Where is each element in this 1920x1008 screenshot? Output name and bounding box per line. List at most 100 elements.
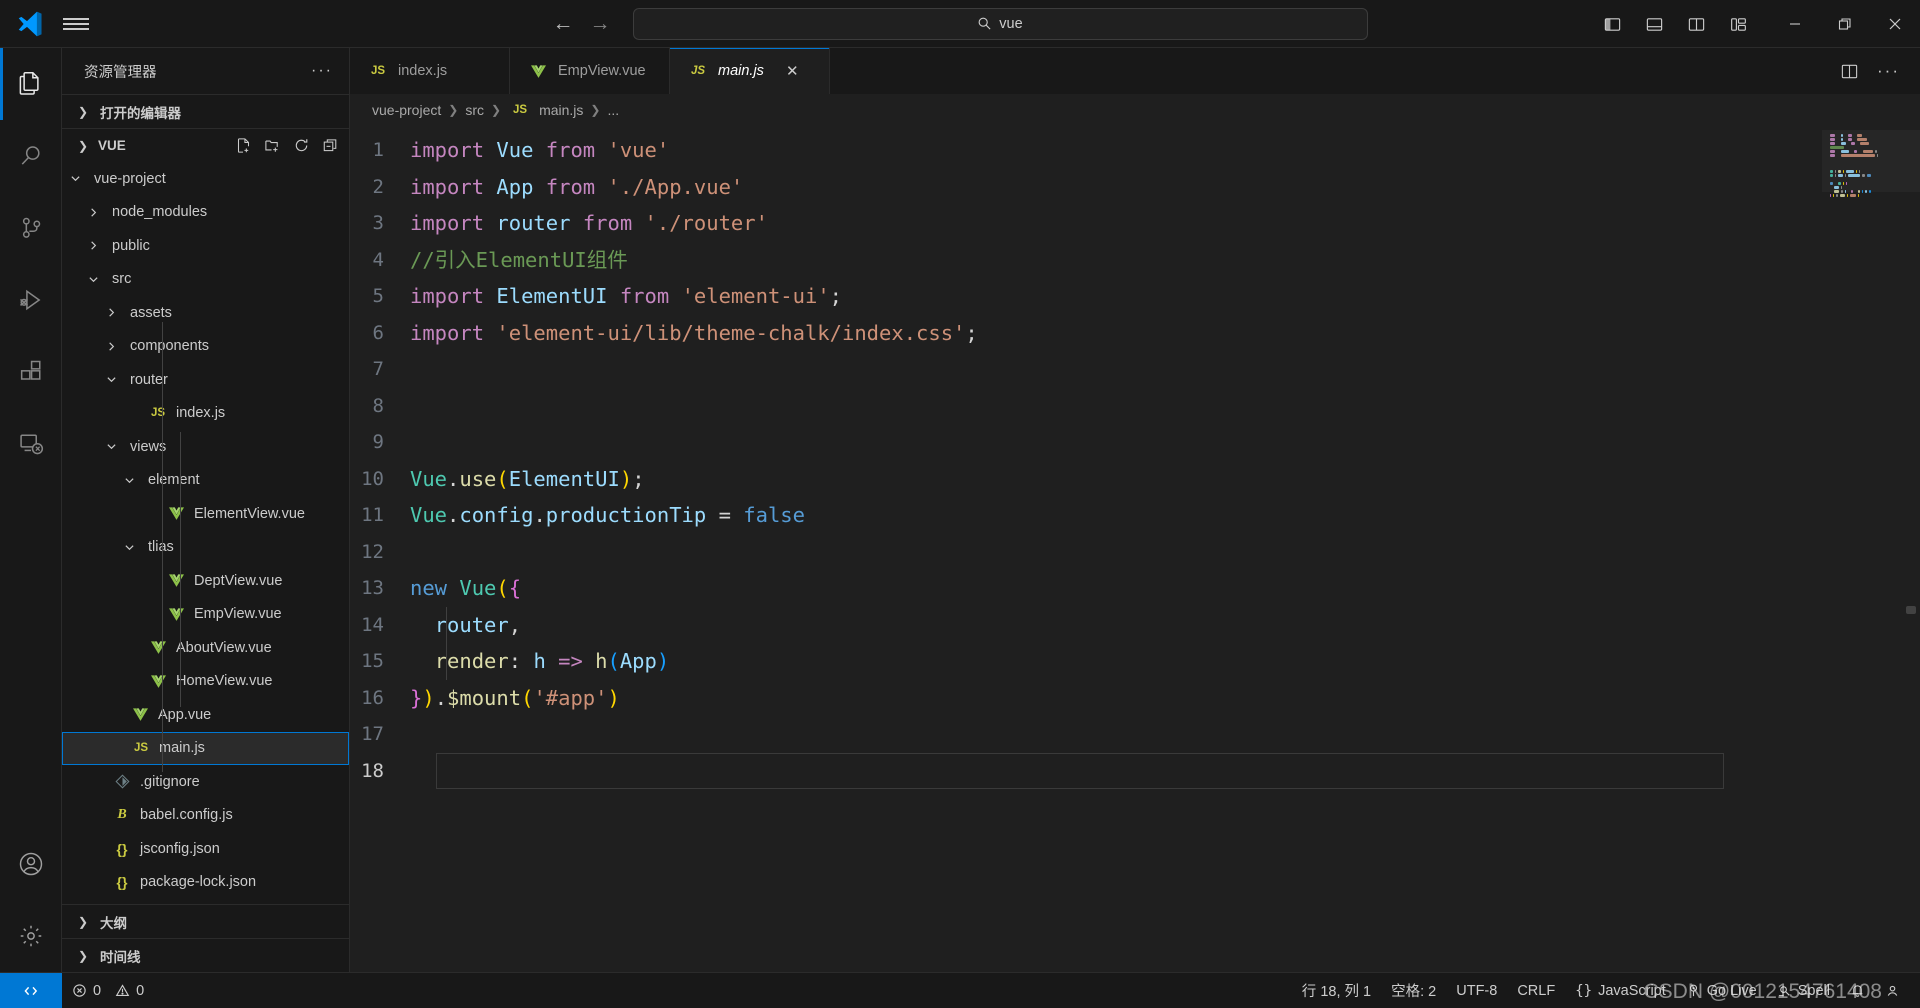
tree-item[interactable]: Bbabel.config.js (62, 799, 349, 833)
sidebar-item-run-and-debug[interactable] (0, 264, 62, 336)
collapse-all-icon[interactable] (322, 137, 339, 154)
code-line[interactable]: 3 import router from './router' (350, 205, 1822, 242)
accounts-button[interactable] (0, 828, 62, 900)
breadcrumb-item[interactable]: main.js (539, 102, 583, 118)
tree-item[interactable]: {} package-lock.json (62, 866, 349, 900)
minimap-token (1857, 138, 1868, 141)
breadcrumb-item[interactable]: src (465, 102, 484, 118)
tab-EmpView.vue[interactable]: EmpView.vue (510, 48, 670, 94)
code-line[interactable]: 8 (350, 388, 1822, 425)
tree-item-label: EmpView.vue (194, 606, 282, 623)
code-line[interactable]: 6 import 'element-ui/lib/theme-chalk/inde… (350, 315, 1822, 352)
section-timeline[interactable]: ❯ 时间线 (62, 938, 349, 972)
file-tree[interactable]: vue-project node_modules public src assets co… (62, 162, 349, 904)
sidebar-item-extensions[interactable] (0, 336, 62, 408)
code-lines[interactable]: 1 import Vue from 'vue' 2 import App from '… (350, 126, 1822, 972)
close-icon[interactable]: ✕ (786, 62, 799, 80)
tree-item[interactable]: tlias (62, 531, 349, 565)
tree-item[interactable]: public (62, 229, 349, 263)
code-line[interactable]: 7 (350, 351, 1822, 388)
tree-item[interactable]: .gitignore (62, 765, 349, 799)
toggle-secondary-sidebar[interactable] (1682, 10, 1710, 38)
problems-status[interactable]: 0 0 (62, 973, 154, 1008)
cursor-position-status[interactable]: 行 18, 列 1 (1292, 973, 1381, 1008)
sidebar-item-remote-explorer[interactable] (0, 408, 62, 480)
tree-item[interactable]: EmpView.vue (62, 598, 349, 632)
status-bar-left: 0 0 (62, 973, 154, 1008)
tree-item[interactable]: DeptView.vue (62, 564, 349, 598)
eol-status[interactable]: CRLF (1507, 973, 1565, 1008)
code-line[interactable]: 13 new Vue({ (350, 570, 1822, 607)
tree-item[interactable]: {} jsconfig.json (62, 832, 349, 866)
sidebar-item-source-control[interactable] (0, 192, 62, 264)
breadcrumb-item[interactable]: vue-project (372, 102, 441, 118)
tab-index.js[interactable]: JS index.js (350, 48, 510, 94)
code-line[interactable]: 4 //引入ElementUI组件 (350, 242, 1822, 279)
go-live-status[interactable]: Go Live (1676, 973, 1767, 1008)
spell-check-status[interactable]: Spell (1767, 973, 1840, 1008)
section-outline[interactable]: ❯ 大纲 (62, 904, 349, 938)
tree-item[interactable]: router (62, 363, 349, 397)
tree-item[interactable]: components (62, 330, 349, 364)
tree-item[interactable]: ElementView.vue (62, 497, 349, 531)
tree-item[interactable]: HomeView.vue (62, 665, 349, 699)
tree-item[interactable]: AboutView.vue (62, 631, 349, 665)
breadcrumb-item[interactable]: ... (607, 102, 619, 118)
new-file-icon[interactable] (235, 137, 252, 154)
back-arrow-icon[interactable]: ← (553, 13, 574, 34)
code-editor[interactable]: 1 import Vue from 'vue' 2 import App from '… (350, 126, 1920, 972)
toggle-panel[interactable] (1640, 10, 1668, 38)
tree-item[interactable]: JS index.js (62, 397, 349, 431)
code-line[interactable]: 10 Vue.use(ElementUI); (350, 461, 1822, 498)
notifications-bell-icon[interactable] (1840, 973, 1875, 1008)
code-line[interactable]: 9 (350, 424, 1822, 461)
toggle-primary-sidebar[interactable] (1598, 10, 1626, 38)
tree-item[interactable]: src (62, 263, 349, 297)
ellipsis-icon[interactable]: ··· (1877, 61, 1900, 81)
new-folder-icon[interactable] (264, 137, 281, 154)
status-account-icon[interactable] (1875, 973, 1910, 1008)
tree-item[interactable]: views (62, 430, 349, 464)
explorer-more-actions-button[interactable]: ··· (311, 62, 333, 80)
code-line[interactable]: 14 router, (350, 607, 1822, 644)
command-search-input[interactable]: vue (632, 7, 1368, 40)
customize-layout[interactable] (1724, 10, 1752, 38)
code-token: 'vue' (607, 138, 670, 162)
tree-item[interactable]: element (62, 464, 349, 498)
code-line[interactable]: 11 Vue.config.productionTip = false (350, 497, 1822, 534)
tree-item[interactable]: node_modules (62, 196, 349, 230)
minimap[interactable] (1822, 126, 1920, 972)
code-line[interactable]: 5 import ElementUI from 'element-ui'; (350, 278, 1822, 315)
breadcrumb[interactable]: vue-project ❯ src ❯ JS main.js ❯... (350, 94, 1920, 126)
section-workspace[interactable]: ❯ VUE (62, 128, 349, 162)
remote-window-icon[interactable] (0, 972, 62, 1008)
section-open-editors[interactable]: ❯ 打开的编辑器 (62, 94, 349, 128)
gear-settings-icon[interactable] (0, 900, 62, 972)
close-window-button[interactable] (1870, 0, 1920, 48)
indentation-status[interactable]: 空格: 2 (1381, 973, 1446, 1008)
tab-main.js[interactable]: JS main.js ✕ (670, 48, 830, 94)
warning-count: 0 (136, 982, 145, 999)
code-token: . (447, 503, 460, 527)
code-line[interactable]: 12 (350, 534, 1822, 571)
tree-item[interactable]: vue-project (62, 162, 349, 196)
editor-tabs[interactable]: JS index.js EmpView.vue JS main.js ✕ (350, 48, 830, 94)
forward-arrow-icon[interactable]: → (590, 13, 611, 34)
split-editor-icon[interactable] (1840, 62, 1859, 81)
tree-item-selected[interactable]: JS main.js (62, 731, 349, 765)
restore-window-button[interactable] (1820, 0, 1870, 48)
minimize-window-button[interactable] (1770, 0, 1820, 48)
refresh-icon[interactable] (293, 137, 310, 154)
sidebar-item-explorer[interactable] (0, 48, 62, 120)
code-token: './router' (644, 211, 768, 235)
sidebar-item-search[interactable] (0, 120, 62, 192)
code-line[interactable]: 1 import Vue from 'vue' (350, 132, 1822, 169)
code-line[interactable]: 2 import App from './App.vue' (350, 169, 1822, 206)
tree-item[interactable]: App.vue (62, 698, 349, 732)
tree-item[interactable]: assets (62, 296, 349, 330)
code-line[interactable]: 16}).$mount('#app') (350, 680, 1822, 717)
language-mode-status[interactable]: {} JavaScript (1565, 973, 1676, 1008)
code-line[interactable]: 17 (350, 716, 1822, 753)
code-line[interactable]: 15 render: h => h(App) (350, 643, 1822, 680)
encoding-status[interactable]: UTF-8 (1446, 973, 1507, 1008)
